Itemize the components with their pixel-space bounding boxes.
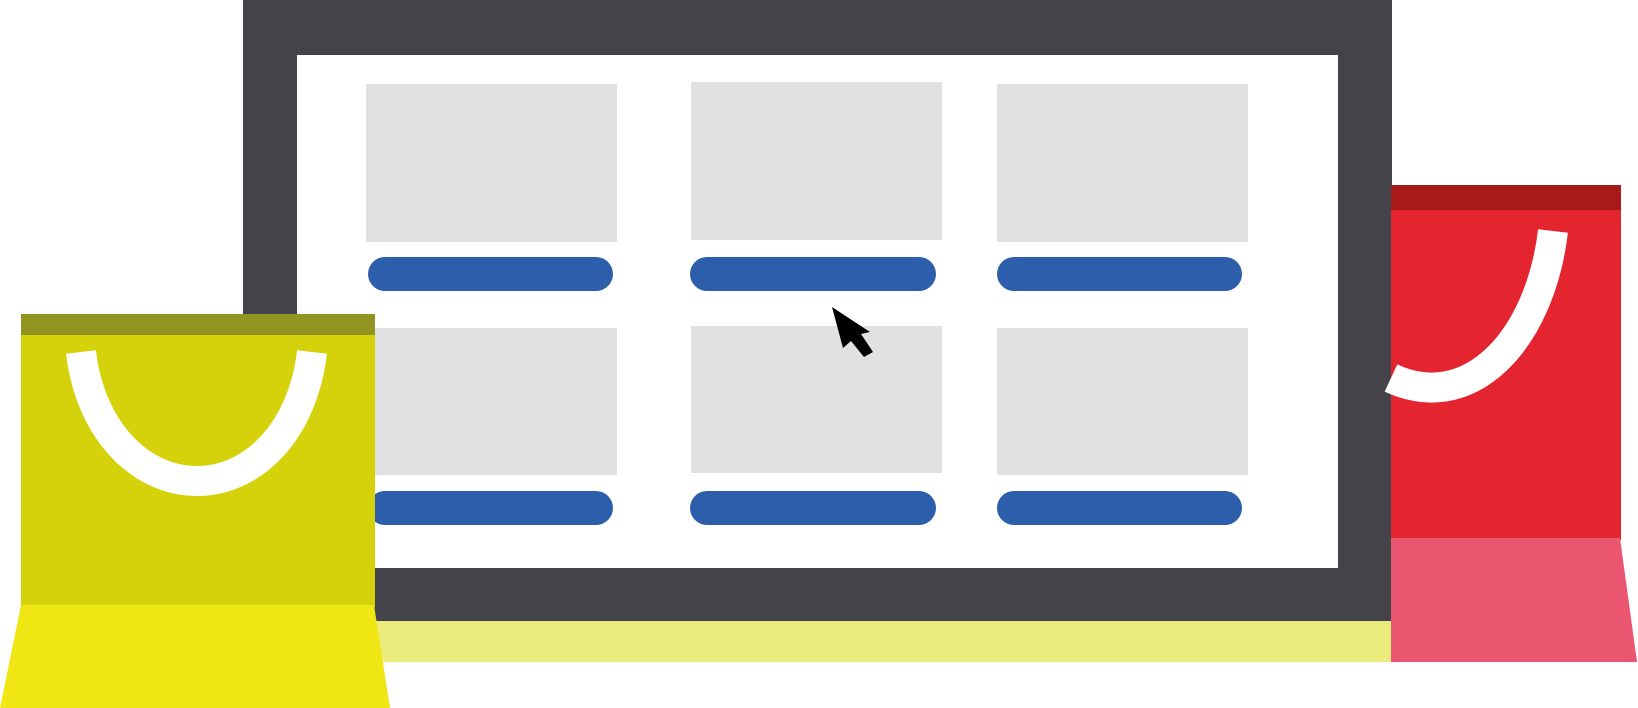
shopping-bag-icon <box>0 314 390 708</box>
product-card <box>690 326 942 525</box>
product-image-placeholder[interactable] <box>997 328 1248 475</box>
product-button[interactable] <box>997 491 1242 525</box>
shopping-bag-icon <box>1384 185 1637 662</box>
bag-bottom <box>0 605 390 708</box>
product-image-placeholder[interactable] <box>366 84 617 242</box>
product-card <box>690 82 942 291</box>
bag-band <box>1391 185 1621 210</box>
illustration-canvas <box>0 0 1637 708</box>
product-image-placeholder[interactable] <box>691 326 942 473</box>
product-button[interactable] <box>368 491 613 525</box>
shopping-illustration <box>0 0 1638 708</box>
product-card <box>366 328 617 525</box>
product-button[interactable] <box>368 257 613 291</box>
product-button[interactable] <box>690 491 936 525</box>
product-image-placeholder[interactable] <box>366 328 617 475</box>
desk-strip <box>360 620 1465 662</box>
product-card <box>997 84 1248 291</box>
product-image-placeholder[interactable] <box>997 84 1248 242</box>
bag-bottom <box>1391 538 1637 662</box>
product-button[interactable] <box>997 257 1242 291</box>
product-button[interactable] <box>690 257 936 291</box>
product-card <box>366 84 617 291</box>
product-image-placeholder[interactable] <box>691 82 942 240</box>
bag-band <box>21 314 375 335</box>
product-card <box>997 328 1248 525</box>
